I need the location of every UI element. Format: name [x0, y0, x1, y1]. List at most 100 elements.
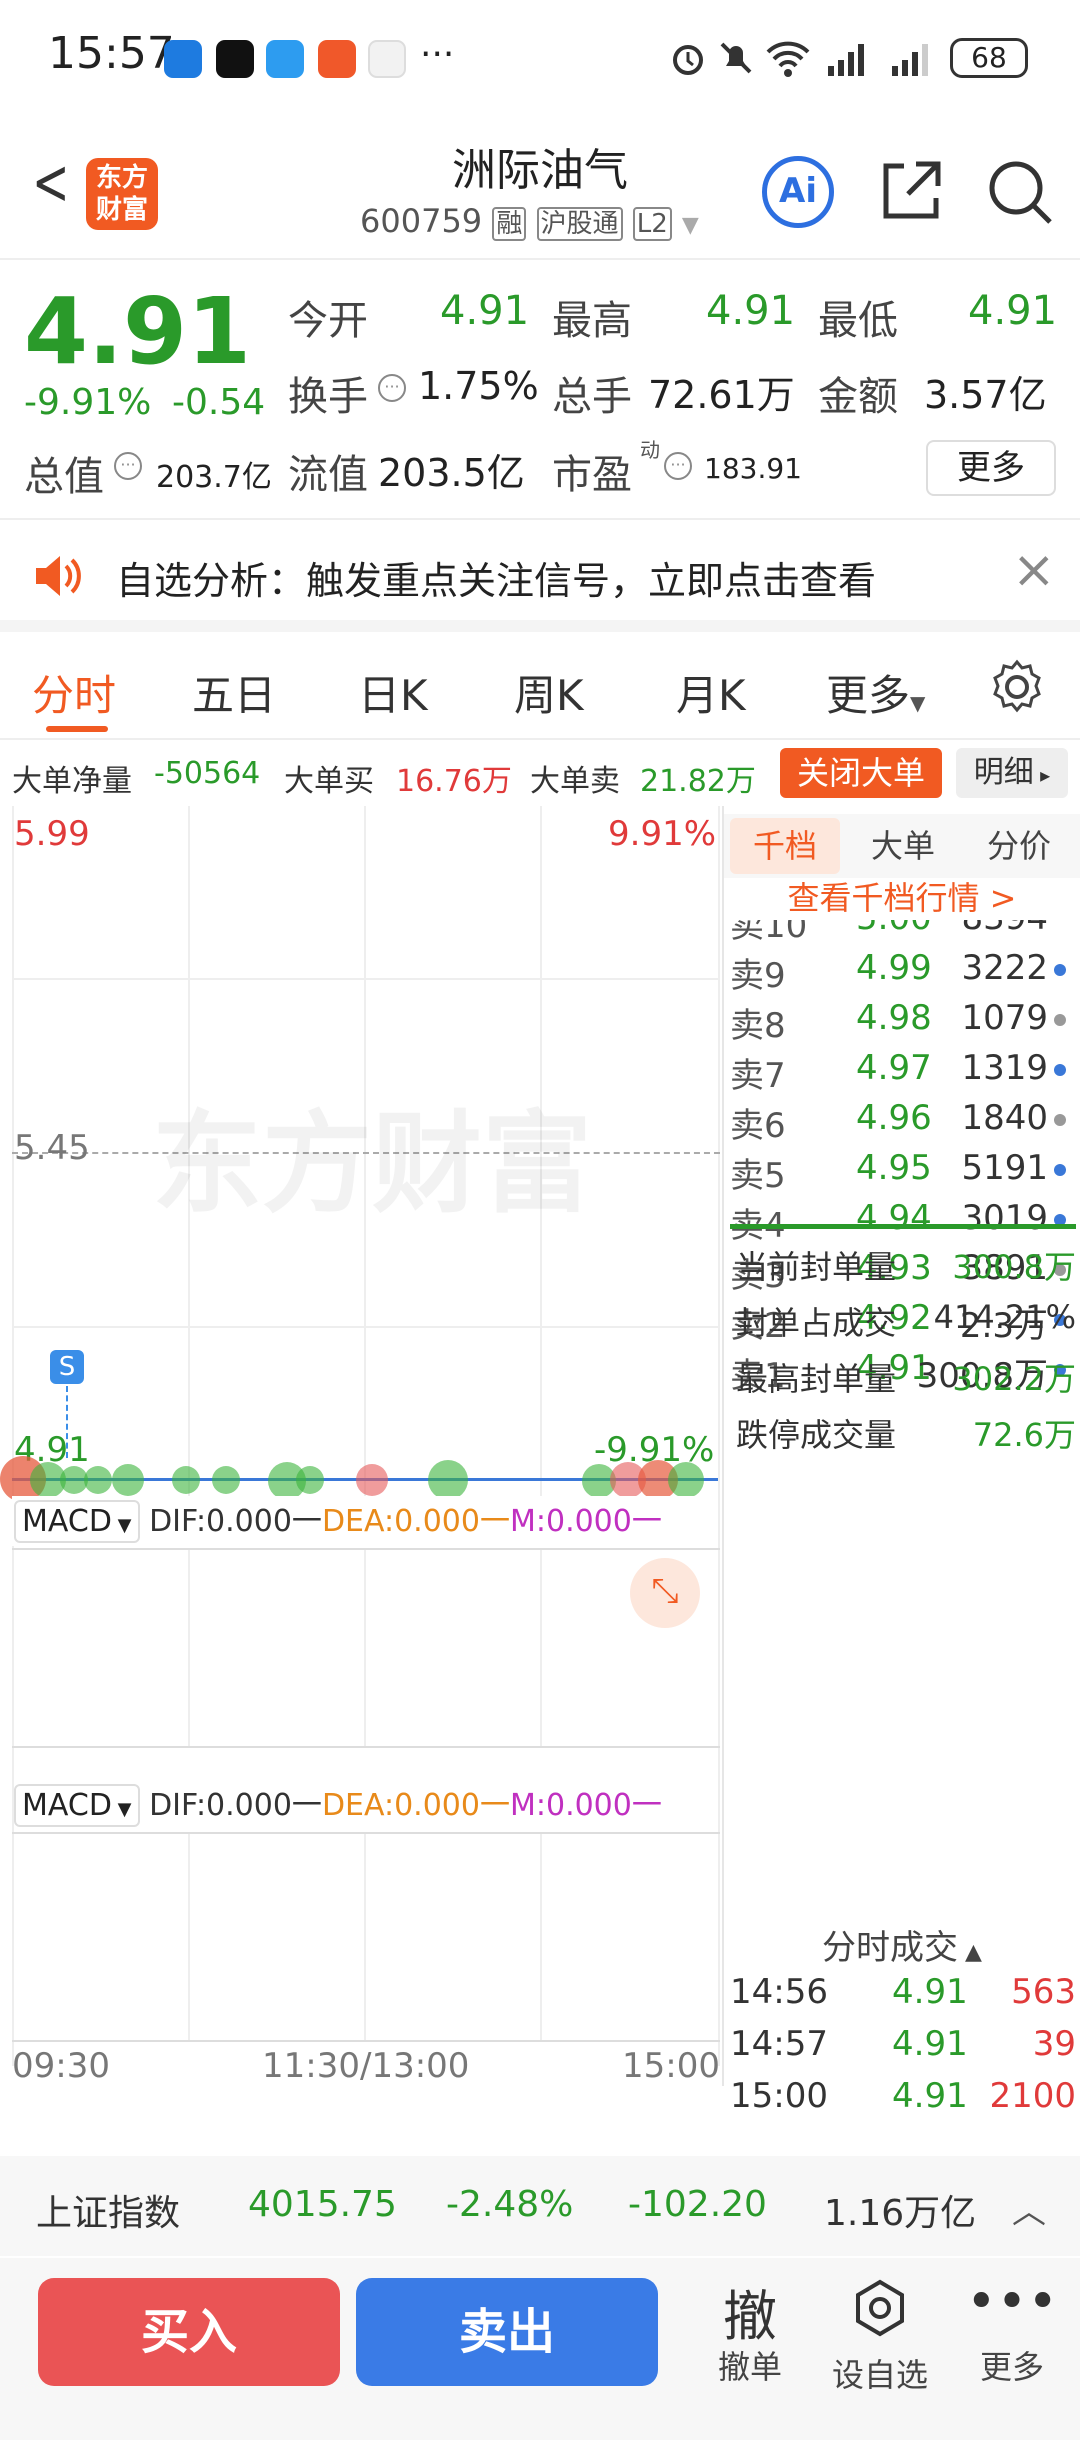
order-dot — [1054, 1114, 1066, 1126]
ob-price: 4.97 — [856, 1048, 932, 1088]
tab-more[interactable]: 更多▼ — [826, 662, 925, 723]
grid-line — [540, 1550, 542, 1746]
intraday-chart[interactable]: 东方财富 5.99 9.91% 5.45 S 4.91 -9.91% MACD … — [0, 806, 720, 2086]
trade-dot — [212, 1466, 240, 1494]
tab-day-k[interactable]: 日K — [358, 662, 428, 723]
tab-big-orders[interactable]: 大单 — [858, 818, 948, 874]
info-icon[interactable]: ··· — [664, 452, 692, 480]
battery-indicator: 68 — [950, 38, 1028, 78]
trade-price: 4.91 — [892, 2024, 968, 2064]
trades-title-row[interactable]: 分时成交 ▲ — [724, 1920, 1080, 1969]
net-volume-label: 大单净量 — [12, 764, 132, 799]
seal-label: 当前封单量 — [736, 1248, 897, 1286]
sell-button[interactable]: 卖出 — [356, 2278, 658, 2386]
trade-volume: 563 — [1011, 1972, 1076, 2012]
macd-select-label: MACD — [22, 1788, 112, 1823]
logo-text-bottom: 财富 — [95, 195, 148, 225]
orderbook-divider — [730, 1224, 1076, 1229]
grid-line — [540, 1834, 542, 2040]
trade-dot — [668, 1462, 704, 1498]
macd-dif: DIF:0.000一 — [149, 1788, 322, 1823]
current-price: 4.91 — [24, 278, 251, 385]
big-order-bar: 大单净量 -50564 大单买 16.76万 大单卖 21.82万 关闭大单 明… — [0, 740, 1080, 806]
message-app-icon — [266, 40, 304, 78]
pe-value: 183.91 — [704, 452, 802, 485]
buy-button[interactable]: 买入 — [38, 2278, 340, 2386]
tab-five-day[interactable]: 五日 — [192, 662, 276, 723]
cancel-order-button[interactable]: 撤 撤单 — [690, 2272, 810, 2388]
more-actions-button[interactable]: ••• 更多 — [952, 2272, 1072, 2388]
detail-button[interactable]: 明细 ▸ — [956, 748, 1068, 798]
speaker-icon — [36, 556, 81, 596]
trade-price: 4.91 — [892, 1972, 968, 2012]
close-icon[interactable]: × — [1012, 540, 1056, 600]
stock-code-row[interactable]: 600759 融 沪股通 L2 ▼ — [360, 202, 699, 241]
wifi-icon — [766, 41, 810, 77]
search-icon[interactable] — [984, 156, 1056, 228]
analysis-banner[interactable]: 自选分析：触发重点关注信号，立即点击查看 × — [0, 522, 1080, 632]
index-amount: 1.16万亿 — [824, 2193, 977, 2234]
macd-panel-2 — [12, 1832, 720, 2042]
share-icon[interactable] — [876, 156, 946, 226]
trade-volume: 2100 — [989, 2076, 1076, 2116]
trade-price: 4.91 — [892, 2076, 968, 2116]
trade-time: 14:57 — [730, 2024, 828, 2064]
macd-select[interactable]: MACD ▼ — [14, 1500, 140, 1543]
connect-tag: 沪股通 — [536, 207, 623, 241]
ob-label: 卖4 — [730, 1206, 786, 1246]
ob-volume: 1079 — [961, 998, 1048, 1038]
trade-dot — [296, 1466, 324, 1494]
close-big-order-button[interactable]: 关闭大单 — [780, 748, 942, 798]
tab-price-dist[interactable]: 分价 — [964, 818, 1074, 874]
orderbook-row[interactable]: 卖8 4.98 1079 — [730, 994, 1070, 1046]
chevron-up-icon[interactable]: ︿ — [1012, 2184, 1046, 2233]
caret-down-icon: ▼ — [111, 1799, 132, 1820]
trades-title: 分时成交 — [822, 1928, 959, 1968]
index-bar[interactable]: 上证指数 4015.75 -2.48% -102.20 1.16万亿 ︿ — [0, 2156, 1080, 2256]
seal-label: 最高封单量 — [736, 1360, 897, 1398]
tab-month-k[interactable]: 月K — [676, 662, 746, 723]
more-quote-button[interactable]: 更多 — [926, 440, 1056, 496]
info-icon[interactable]: ··· — [378, 374, 406, 402]
ob-price: 4.99 — [856, 948, 932, 988]
orderbook-row[interactable]: 卖5 4.95 5191 — [730, 1144, 1070, 1196]
tab-more-label: 更多 — [826, 671, 911, 720]
detail-label: 明细 — [973, 755, 1034, 790]
tab-order-depth[interactable]: 千档 — [730, 818, 840, 874]
orderbook-row[interactable]: 卖4 4.94 3019 — [730, 1194, 1070, 1246]
grid-line — [364, 1834, 366, 2040]
paper-plane-app-icon — [318, 40, 356, 78]
seal-label: 跌停成交量 — [736, 1416, 897, 1454]
info-icon[interactable]: ··· — [114, 452, 142, 480]
more-label: 更多 — [979, 2348, 1044, 2386]
macd-dea: DEA:0.000一 — [321, 1788, 510, 1823]
seal-stats: 当前封单量 300.8万 封单占成交 414.21% 最高封单量 302.2万 跌停成交量 7… — [724, 1242, 1080, 1454]
watch-label: 设自选 — [831, 2356, 928, 2394]
grid-line — [12, 1326, 720, 1328]
turnover-label: 换手 — [288, 374, 368, 420]
ob-label: 卖7 — [730, 1056, 786, 1096]
ob-label: 卖9 — [730, 956, 786, 996]
change-value: -0.54 — [172, 382, 266, 423]
amount-value: 3.57亿 — [924, 373, 1047, 417]
orderbook-row[interactable]: 卖9 4.99 3222 — [730, 944, 1070, 996]
high-value: 4.91 — [706, 288, 796, 334]
seal-value: 302.2万 — [952, 1360, 1076, 1398]
active-tab-underline — [46, 726, 108, 732]
orderbook-row[interactable]: 卖6 4.96 1840 — [730, 1094, 1070, 1146]
signal-marker[interactable]: S — [50, 1350, 84, 1384]
expand-icon[interactable]: ⤡ — [630, 1558, 700, 1628]
tab-week-k[interactable]: 周K — [514, 662, 584, 723]
tab-intraday[interactable]: 分时 — [32, 662, 116, 723]
orderbook-row[interactable]: 卖7 4.97 1319 — [730, 1044, 1070, 1096]
gear-icon[interactable] — [988, 658, 1046, 716]
autohome-app-icon — [164, 40, 202, 78]
order-dot — [1054, 1164, 1066, 1176]
depth-link[interactable]: 查看千档行情 > — [724, 876, 1080, 920]
trades-list: 14:56 4.91 563 14:57 4.91 39 15:00 4.91 2100 — [724, 1972, 1080, 2132]
add-watchlist-button[interactable]: 设自选 — [820, 2272, 940, 2396]
macd-m: M:0.000一 — [509, 1788, 662, 1823]
big-sell-label: 大单卖 — [530, 764, 620, 799]
ai-button[interactable]: Ai — [762, 156, 834, 228]
macd-select[interactable]: MACD ▼ — [14, 1784, 140, 1827]
